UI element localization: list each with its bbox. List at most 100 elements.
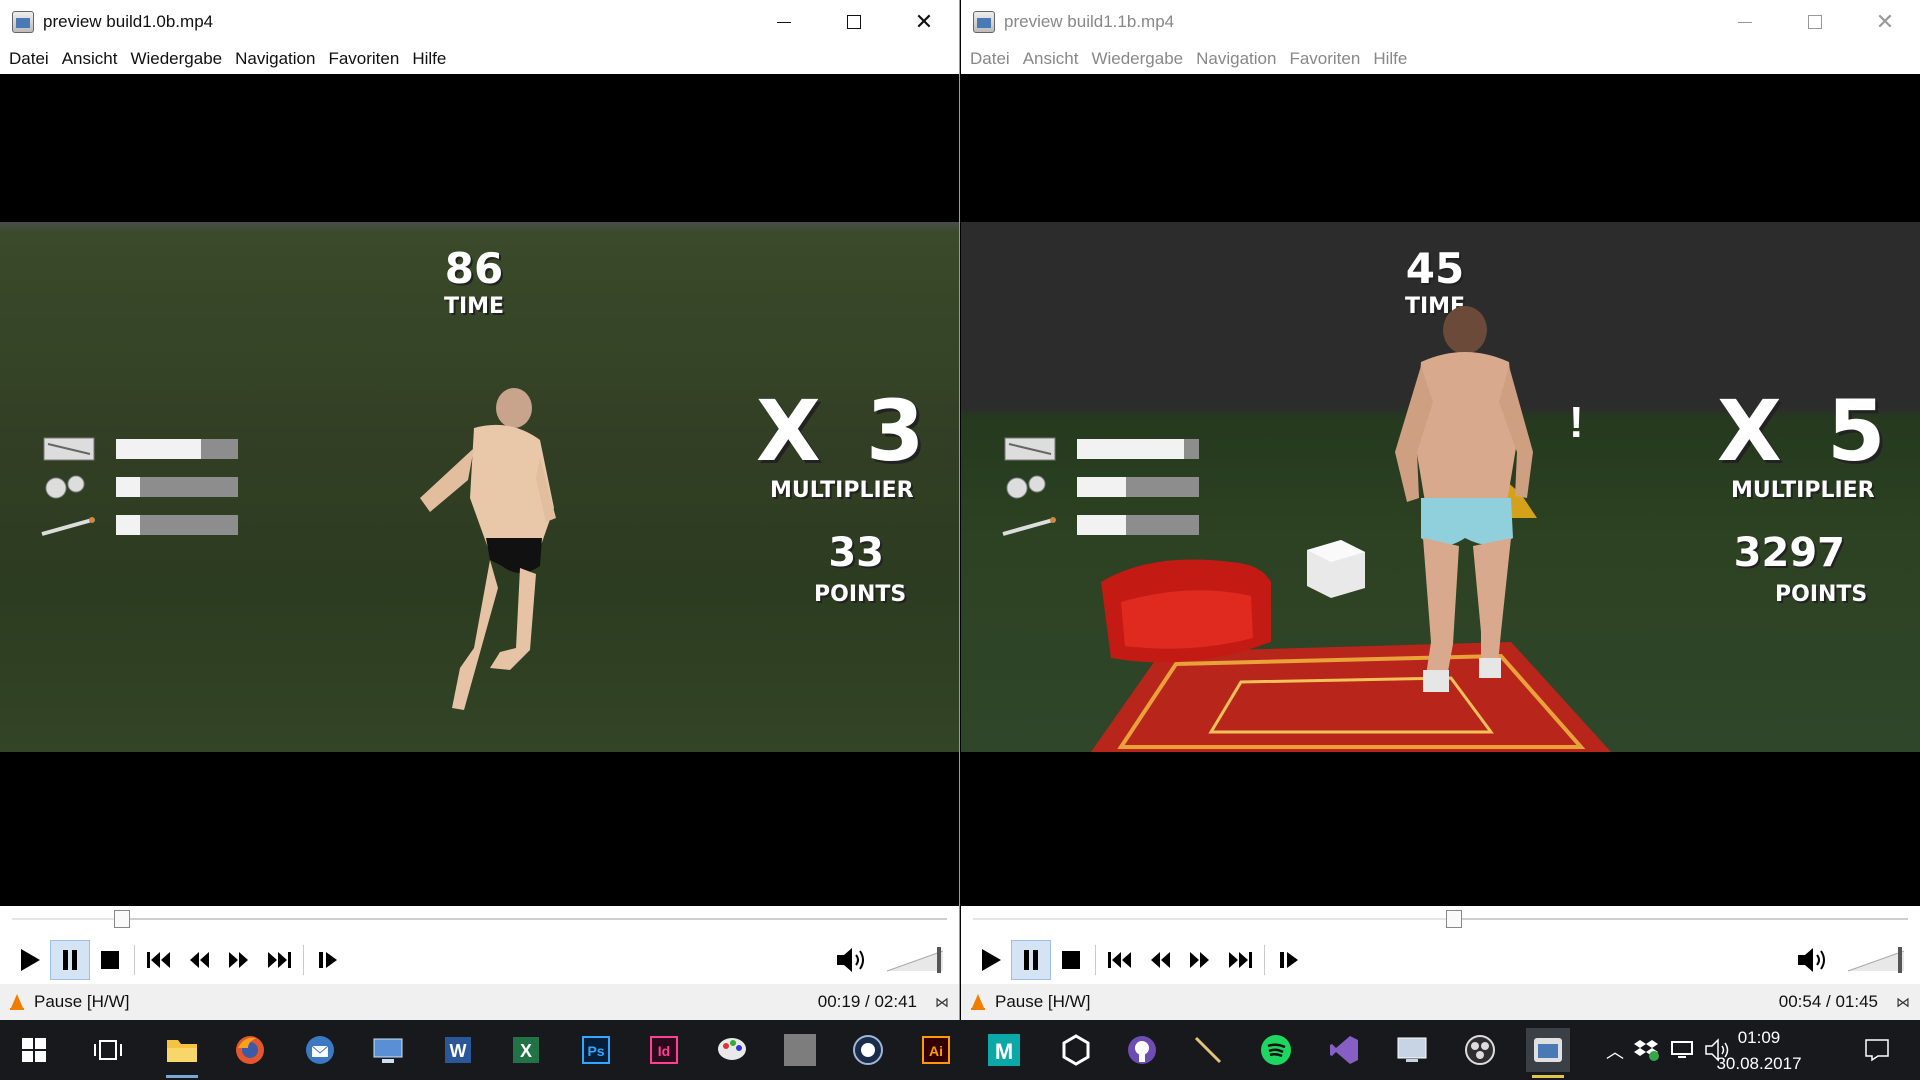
media-player-icon [1534, 1038, 1562, 1062]
play-button[interactable] [971, 940, 1011, 980]
word-button[interactable]: W [436, 1028, 480, 1072]
next-button[interactable] [259, 940, 299, 980]
pen-tool-button[interactable] [1186, 1028, 1230, 1072]
fast-forward-button[interactable] [1180, 940, 1220, 980]
menu-navigation[interactable]: Navigation [230, 49, 320, 69]
cinema4d-button[interactable] [846, 1028, 890, 1072]
visual-studio-button[interactable] [1322, 1028, 1366, 1072]
seek-bar[interactable] [973, 910, 1908, 928]
dropbox-icon[interactable] [1634, 1038, 1660, 1062]
network-app-button[interactable] [366, 1028, 410, 1072]
minimize-button[interactable] [1710, 0, 1780, 44]
excel-icon: X [513, 1037, 539, 1063]
joint-icon [1002, 517, 1056, 536]
fast-forward-button[interactable] [219, 940, 259, 980]
unity-button[interactable] [1054, 1028, 1098, 1072]
thunderbird-button[interactable] [298, 1028, 342, 1072]
video-area[interactable]: 86 TIME X 3 MULTIPLIER 33 POINTS [0, 74, 959, 906]
gray-app-icon [784, 1034, 816, 1066]
monitor-app-button[interactable] [1390, 1028, 1434, 1072]
volume-slider[interactable] [1846, 947, 1906, 973]
next-button[interactable] [1220, 940, 1260, 980]
title-bar[interactable]: preview build1.1b.mp4 ✕ [961, 0, 1920, 44]
seek-handle[interactable] [1445, 910, 1462, 928]
firefox-button[interactable] [228, 1028, 272, 1072]
hud-multiplier-label: MULTIPLIER [770, 478, 914, 503]
hud-multiplier: X 5 [1717, 382, 1894, 480]
svg-text:W: W [450, 1041, 467, 1061]
menu-datei[interactable]: Datei [965, 49, 1015, 69]
frame-step-button[interactable] [1269, 940, 1309, 980]
chevron-up-icon[interactable]: ︿ [1606, 1038, 1624, 1064]
window-title: preview build1.0b.mp4 [43, 12, 214, 31]
menu-favoriten[interactable]: Favoriten [1284, 49, 1365, 69]
pause-button[interactable] [50, 940, 90, 980]
menu-ansicht[interactable]: Ansicht [57, 49, 123, 69]
volume-slider[interactable] [885, 947, 945, 973]
media-player-button[interactable] [1526, 1028, 1570, 1078]
indesign-button[interactable]: Id [642, 1028, 686, 1072]
clock-date[interactable]: 30.08.2017 [1714, 1054, 1804, 1074]
close-button[interactable]: ✕ [1850, 0, 1920, 44]
video-area[interactable]: ! 45 TIME X 5 MULTIPLIER 3297 POINTS [961, 74, 1920, 906]
rewind-button[interactable] [179, 940, 219, 980]
hud-bar-row [1001, 472, 1199, 502]
previous-button[interactable] [139, 940, 179, 980]
seek-handle[interactable] [114, 910, 131, 928]
play-button[interactable] [10, 940, 50, 980]
stream-icon: ⋈ [935, 993, 949, 1010]
obs-button[interactable] [1458, 1028, 1502, 1072]
pause-button[interactable] [1011, 940, 1051, 980]
volume-icon[interactable] [835, 946, 871, 974]
gray-app-button[interactable] [778, 1028, 822, 1072]
menu-hilfe[interactable]: Hilfe [1368, 49, 1412, 69]
red-sofa [1101, 559, 1271, 663]
hud-time-value: 45 [1405, 244, 1465, 293]
menu-wiedergabe[interactable]: Wiedergabe [125, 49, 227, 69]
seek-bar[interactable] [12, 910, 947, 928]
player-character [420, 388, 556, 710]
previous-button[interactable] [1100, 940, 1140, 980]
hud-points: 33 [828, 530, 884, 576]
visual-studio-icon [1330, 1036, 1358, 1064]
menu-datei[interactable]: Datei [4, 49, 54, 69]
player-window-right: preview build1.1b.mp4 ✕ Datei Ansicht Wi… [961, 0, 1920, 1020]
hud-bar-row [1001, 434, 1199, 464]
network-icon[interactable] [1670, 1040, 1694, 1060]
app-icon [12, 11, 34, 33]
minimize-button[interactable] [749, 0, 819, 44]
rewind-button[interactable] [1140, 940, 1180, 980]
title-bar[interactable]: preview build1.0b.mp4 ✕ [0, 0, 959, 44]
illustrator-button[interactable]: Ai [914, 1028, 958, 1072]
paint-app-button[interactable] [710, 1028, 754, 1072]
menu-hilfe[interactable]: Hilfe [407, 49, 451, 69]
menu-favoriten[interactable]: Favoriten [323, 49, 404, 69]
stop-button[interactable] [1051, 940, 1091, 980]
game-scene: ! 45 TIME X 5 MULTIPLIER 3297 POINTS [961, 222, 1920, 752]
maya-icon: M [988, 1034, 1020, 1066]
clock-time[interactable]: 01:09 [1714, 1028, 1804, 1048]
stop-button[interactable] [90, 940, 130, 980]
maximize-button[interactable] [819, 0, 889, 44]
folder-icon [167, 1040, 197, 1062]
menu-navigation[interactable]: Navigation [1191, 49, 1281, 69]
maya-button[interactable]: M [982, 1028, 1026, 1072]
spotify-button[interactable] [1254, 1028, 1298, 1072]
github-button[interactable] [1120, 1028, 1164, 1072]
player-character [1395, 306, 1533, 692]
notifications-icon[interactable] [1864, 1038, 1890, 1062]
monitor-icon [1397, 1037, 1427, 1062]
task-view-button[interactable] [86, 1028, 130, 1072]
frame-step-button[interactable] [308, 940, 348, 980]
file-explorer-button[interactable] [160, 1028, 204, 1078]
menu-ansicht[interactable]: Ansicht [1018, 49, 1084, 69]
close-button[interactable]: ✕ [889, 0, 959, 44]
hud-multiplier: X 3 [756, 382, 933, 480]
menu-wiedergabe[interactable]: Wiedergabe [1086, 49, 1188, 69]
photoshop-button[interactable]: Ps [574, 1028, 618, 1072]
volume-icon[interactable] [1796, 946, 1832, 974]
obs-icon [1465, 1035, 1495, 1065]
start-button[interactable] [12, 1028, 56, 1072]
maximize-button[interactable] [1780, 0, 1850, 44]
excel-button[interactable]: X [504, 1028, 548, 1072]
